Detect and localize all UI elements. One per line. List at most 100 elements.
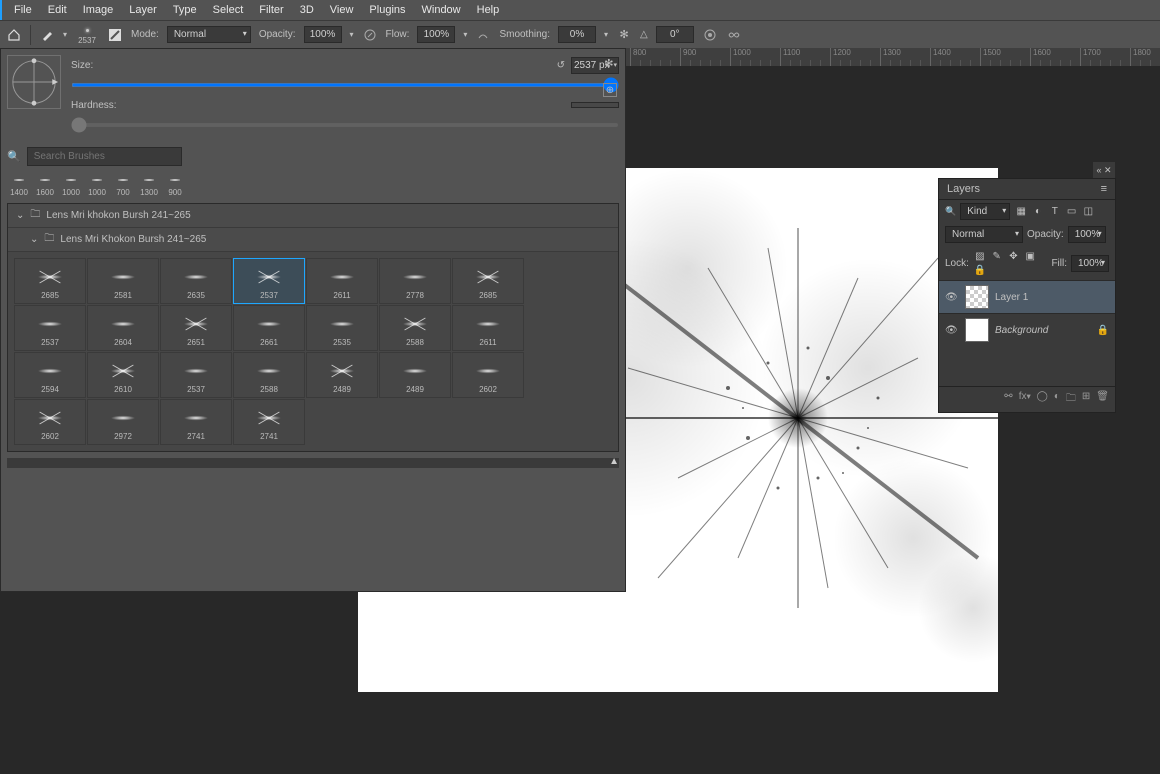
recent-brush[interactable]: 1000 bbox=[85, 172, 109, 197]
menu-view[interactable]: View bbox=[322, 1, 362, 19]
visibility-icon[interactable]: 👁 bbox=[945, 292, 959, 303]
pressure-opacity-icon[interactable] bbox=[362, 27, 378, 43]
brush-preset[interactable]: 2611 bbox=[306, 258, 378, 304]
layer-name[interactable]: Background bbox=[995, 325, 1048, 336]
hardness-field[interactable] bbox=[571, 102, 619, 108]
brush-preset[interactable]: 2635 bbox=[160, 258, 232, 304]
brush-folder[interactable]: ⌄ 🗀 Lens Mri khokon Bursh 241~265 bbox=[8, 204, 618, 228]
recent-brush[interactable]: 700 bbox=[111, 172, 135, 197]
brush-preview-size-slider[interactable] bbox=[7, 458, 619, 468]
fill-field[interactable]: 100% bbox=[1071, 255, 1109, 272]
airbrush-icon[interactable] bbox=[475, 27, 491, 43]
group-icon[interactable]: 🗀 bbox=[1066, 391, 1076, 408]
brush-preset[interactable]: 2537 bbox=[160, 352, 232, 398]
layers-tab-label[interactable]: Layers bbox=[947, 183, 980, 195]
smoothing-gear-icon[interactable]: ✻ bbox=[616, 27, 632, 43]
opacity-field[interactable]: 100% bbox=[304, 26, 342, 43]
brush-preset[interactable]: 2611 bbox=[452, 305, 524, 351]
brush-preset[interactable]: 2685 bbox=[14, 258, 86, 304]
menu-select[interactable]: Select bbox=[205, 1, 252, 19]
flow-field[interactable]: 100% bbox=[417, 26, 455, 43]
lock-icons[interactable]: ▨ ✎ ✥ ▣ 🔒 bbox=[973, 249, 1044, 277]
brush-preset[interactable]: 2588 bbox=[233, 352, 305, 398]
menu-filter[interactable]: Filter bbox=[251, 1, 291, 19]
brush-preset[interactable]: 2602 bbox=[452, 352, 524, 398]
brush-preset[interactable]: 2778 bbox=[379, 258, 451, 304]
smoothing-field[interactable]: 0% bbox=[558, 26, 596, 43]
flip-icon[interactable]: ↺ bbox=[557, 60, 565, 71]
brush-preset[interactable]: 2685 bbox=[452, 258, 524, 304]
new-brush-icon[interactable]: ⊕ bbox=[603, 83, 617, 97]
menu-plugins[interactable]: Plugins bbox=[361, 1, 413, 19]
new-layer-icon[interactable]: ⊞ bbox=[1082, 391, 1090, 408]
brush-preset[interactable]: 2651 bbox=[160, 305, 232, 351]
menu-edit[interactable]: Edit bbox=[40, 1, 75, 19]
brush-preset[interactable]: 2741 bbox=[160, 399, 232, 445]
angle-field[interactable]: 0° bbox=[656, 26, 694, 43]
brush-preset[interactable]: 2594 bbox=[14, 352, 86, 398]
menu-help[interactable]: Help bbox=[469, 1, 508, 19]
brush-preset[interactable]: 2610 bbox=[87, 352, 159, 398]
layer-mask-icon[interactable]: ◯ bbox=[1037, 391, 1048, 408]
size-label: Size: bbox=[71, 60, 93, 71]
brush-preset-preview[interactable]: 2537 bbox=[75, 24, 99, 45]
hardness-slider[interactable] bbox=[71, 123, 619, 127]
filter-type-icon: T bbox=[1048, 205, 1062, 219]
brush-preset[interactable]: 2661 bbox=[233, 305, 305, 351]
symmetry-icon[interactable] bbox=[726, 27, 742, 43]
menu-image[interactable]: Image bbox=[75, 1, 122, 19]
chevron-down-icon: ⌄ bbox=[30, 234, 38, 245]
brush-preset[interactable]: 2581 bbox=[87, 258, 159, 304]
recent-brush[interactable]: 1400 bbox=[7, 172, 31, 197]
layer-name[interactable]: Layer 1 bbox=[995, 292, 1028, 303]
blend-mode-dropdown[interactable]: Normal bbox=[945, 226, 1023, 243]
filter-pixel-icon: ▦ bbox=[1014, 205, 1028, 219]
recent-brush[interactable]: 1000 bbox=[59, 172, 83, 197]
brush-preset[interactable]: 2604 bbox=[87, 305, 159, 351]
brush-settings-icon[interactable] bbox=[107, 27, 123, 43]
brush-preset[interactable]: 2535 bbox=[306, 305, 378, 351]
menu-3d[interactable]: 3D bbox=[292, 1, 322, 19]
brush-preset[interactable]: 2741 bbox=[233, 399, 305, 445]
menu-type[interactable]: Type bbox=[165, 1, 205, 19]
collapse-panel-icon[interactable]: « ✕ bbox=[1093, 162, 1115, 178]
brush-tool-icon[interactable] bbox=[39, 27, 55, 43]
brush-preset[interactable]: 2972 bbox=[87, 399, 159, 445]
adjustment-layer-icon[interactable]: ◐ bbox=[1054, 391, 1060, 408]
brush-preset[interactable]: 2489 bbox=[379, 352, 451, 398]
brush-subfolder[interactable]: ⌄ 🗀 Lens Mri Khokon Bursh 241~265 bbox=[8, 228, 618, 252]
brush-panel-gear-icon[interactable]: ✻▾ bbox=[604, 57, 617, 70]
recent-brush[interactable]: 1600 bbox=[33, 172, 57, 197]
visibility-icon[interactable]: 👁 bbox=[945, 325, 959, 336]
brush-search-input[interactable] bbox=[27, 147, 182, 166]
recent-brush[interactable]: 1300 bbox=[137, 172, 161, 197]
brush-preset[interactable]: 2489 bbox=[306, 352, 378, 398]
size-slider[interactable] bbox=[71, 83, 619, 87]
layer-opacity-field[interactable]: 100% bbox=[1068, 226, 1106, 243]
brush-preset[interactable]: 2537 bbox=[233, 258, 305, 304]
layer-item[interactable]: 👁 Background 🔒 bbox=[939, 313, 1115, 346]
pressure-size-icon[interactable] bbox=[702, 27, 718, 43]
delete-layer-icon[interactable]: 🗑 bbox=[1096, 391, 1109, 408]
link-layers-icon[interactable]: ⚯ bbox=[1004, 391, 1012, 408]
lock-position-icon: ✥ bbox=[1006, 249, 1020, 263]
brush-preset[interactable]: 2537 bbox=[14, 305, 86, 351]
layer-opacity-label: Opacity: bbox=[1027, 229, 1064, 240]
panel-menu-icon[interactable]: ≡ bbox=[1101, 183, 1107, 195]
brush-tip-angle[interactable] bbox=[7, 55, 61, 109]
brush-preset[interactable]: 2602 bbox=[14, 399, 86, 445]
home-icon[interactable] bbox=[6, 27, 22, 43]
menu-window[interactable]: Window bbox=[414, 1, 469, 19]
filter-kind-dropdown[interactable]: Kind bbox=[960, 203, 1010, 220]
mode-label: Mode: bbox=[131, 29, 159, 40]
layer-item[interactable]: 👁 Layer 1 bbox=[939, 280, 1115, 313]
recent-brush[interactable]: 900 bbox=[163, 172, 187, 197]
hardness-label: Hardness: bbox=[71, 100, 117, 111]
filter-icons[interactable]: ▦ ◐ T ▭ ◫ bbox=[1014, 205, 1095, 219]
brush-preset[interactable]: 2588 bbox=[379, 305, 451, 351]
menu-layer[interactable]: Layer bbox=[121, 1, 165, 19]
mode-dropdown[interactable]: Normal bbox=[167, 26, 251, 43]
layer-fx-icon[interactable]: fx▾ bbox=[1019, 391, 1031, 408]
brush-tree: ⌄ 🗀 Lens Mri khokon Bursh 241~265 ⌄ 🗀 Le… bbox=[7, 203, 619, 452]
menu-file[interactable]: File bbox=[6, 1, 40, 19]
